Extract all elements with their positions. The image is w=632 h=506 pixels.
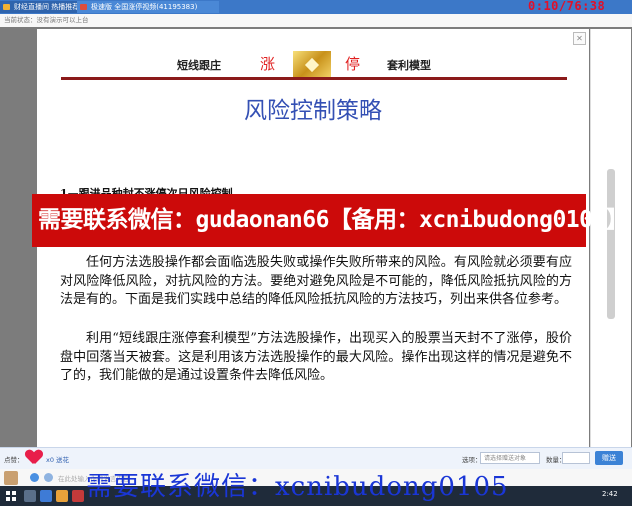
header-divider [61,77,567,80]
tab-label: 极速版 全国涨停视频(41195383) [91,3,198,11]
header-logo-icon [293,51,331,79]
image-icon[interactable] [44,473,53,482]
header-left-text: 短线跟庄 [177,59,221,72]
like-count[interactable]: x0 送花 [46,454,69,464]
close-icon[interactable]: ✕ [573,32,586,45]
header-red-text-2: 停 [345,55,361,73]
target-label: 选项： [462,456,482,464]
qty-select[interactable] [562,452,590,464]
target-select[interactable]: 请选择赠送对象 [480,452,540,464]
folder-icon[interactable] [56,490,68,502]
document-header: 短线跟庄 涨 停 套利模型 [37,51,589,79]
send-gift-button[interactable]: 赠送 [595,451,623,465]
vertical-scrollbar[interactable] [590,29,631,447]
scrollbar-thumb[interactable] [607,169,615,319]
emoji-icon[interactable] [30,473,39,482]
heart-icon[interactable] [26,450,42,466]
taskbar-clock: 2:42 [602,490,618,498]
paragraph-2: 利用“短线跟庄涨停套利模型”方法选股操作，出现买入的股票当天封不了涨停，股价盘中… [60,331,572,383]
video-icon [80,4,87,10]
header-right-text: 套利模型 [387,59,431,72]
tab-label: 财经直播间 热播推荐 [14,3,80,11]
tab-video[interactable]: 极速版 全国涨停视频(41195383) [77,1,219,13]
status-line: 当前状态：没有演示可以上台 [0,14,632,27]
title-bar: 财经直播间 热播推荐 极速版 全国涨停视频(41195383) 0:10/76:… [0,0,632,14]
app-icon[interactable] [72,490,84,502]
watermark-blue-text: 需要联系微信：xcnibudong0105 [86,472,509,502]
browser-icon[interactable] [40,490,52,502]
paragraph-1: 任何方法选股操作都会面临选股失败或操作失败所带来的风险。有风险就必须要有应对风险… [60,255,572,307]
page-title: 风险控制策略 [244,98,382,124]
watermark-banner: 需要联系微信：gudaonan66【备用：xcnibudong0105】 [32,194,629,247]
watermark-text: 需要联系微信：gudaonan66【备用：xcnibudong0105】 [38,207,629,233]
search-icon[interactable] [24,490,36,502]
like-label: 点赞： [4,456,24,464]
header-red-text-1: 涨 [260,55,276,73]
avatar [4,471,18,485]
playback-timer: 0:10/76:38 [528,0,606,13]
app-icon [3,4,10,10]
windows-start-icon[interactable] [6,491,16,501]
